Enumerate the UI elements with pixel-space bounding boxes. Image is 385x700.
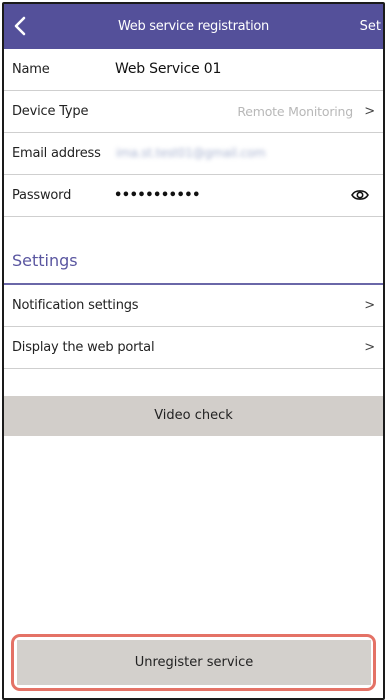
- device-type-label: Device Type: [12, 104, 89, 119]
- chevron-left-icon: [14, 16, 26, 36]
- email-field[interactable]: ima.st.test01@gmail.com: [116, 133, 266, 174]
- settings-item-web-portal[interactable]: Display the web portal >: [4, 327, 383, 369]
- app-header: Web service registration Set: [4, 4, 383, 49]
- set-button[interactable]: Set: [360, 4, 381, 49]
- password-label: Password: [12, 188, 72, 203]
- name-row[interactable]: Name Web Service 01: [4, 49, 383, 91]
- settings-title: Settings: [12, 251, 78, 270]
- eye-icon[interactable]: [351, 188, 369, 202]
- notification-settings-label: Notification settings: [12, 298, 139, 313]
- chevron-right-icon: >: [364, 104, 375, 119]
- phone-screen: Web service registration Set Name Web Se…: [2, 2, 385, 700]
- password-row[interactable]: Password •••••••••••: [4, 175, 383, 217]
- name-field[interactable]: Web Service 01: [115, 49, 221, 90]
- email-row[interactable]: Email address ima.st.test01@gmail.com: [4, 133, 383, 175]
- unregister-service-button[interactable]: Unregister service: [17, 640, 371, 685]
- device-type-row[interactable]: Device Type Remote Monitoring >: [4, 91, 383, 133]
- video-check-button[interactable]: Video check: [4, 396, 383, 436]
- back-button[interactable]: [6, 10, 34, 42]
- web-portal-label: Display the web portal: [12, 340, 155, 355]
- chevron-right-icon: >: [364, 340, 375, 355]
- name-label: Name: [12, 62, 50, 77]
- password-field[interactable]: •••••••••••: [114, 175, 200, 216]
- chevron-right-icon: >: [364, 298, 375, 313]
- email-label: Email address: [12, 146, 101, 161]
- settings-item-notification[interactable]: Notification settings >: [4, 285, 383, 327]
- settings-section-header: Settings: [4, 238, 383, 285]
- device-type-value: Remote Monitoring: [237, 104, 353, 119]
- page-title: Web service registration: [118, 19, 269, 34]
